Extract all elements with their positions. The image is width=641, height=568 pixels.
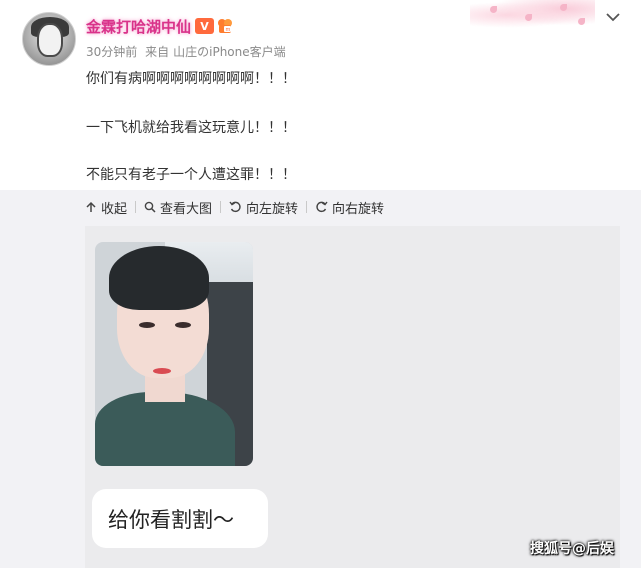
media-toolbar: 收起 查看大图 向左旋转 向右旋转 (85, 195, 384, 219)
post-meta: 30分钟前 来自 山庄のiPhone客户端 (86, 43, 290, 60)
rotate-right-icon (316, 201, 328, 213)
view-large-label: 查看大图 (160, 201, 213, 217)
rotate-left-icon (229, 201, 241, 213)
photo-eye (175, 322, 191, 328)
post-text-line: 一下飞机就给我看这玩意儿！！！ (86, 120, 296, 136)
photo-shirt (95, 392, 235, 466)
avatar[interactable] (22, 12, 76, 66)
chevron-down-icon-svg (606, 12, 620, 21)
post-text-line: 你们有病啊啊啊啊啊啊啊啊！！！ (86, 71, 296, 87)
rotate-right-button[interactable]: 向右旋转 (315, 198, 384, 217)
photo-lips (153, 368, 171, 374)
petal-decoration (578, 18, 585, 25)
collapse-label: 收起 (101, 201, 128, 217)
sakura-decoration (470, 0, 595, 30)
petal-decoration (490, 6, 497, 13)
toolbar-divider (135, 201, 137, 213)
collapse-icon (86, 201, 96, 212)
view-large-button[interactable]: 查看大图 (144, 198, 212, 217)
rotate-left-button[interactable]: 向左旋转 (229, 198, 298, 217)
photo-eye (139, 322, 155, 328)
username-link[interactable]: 金霖打哈湖中仙 (86, 16, 191, 38)
petal-decoration (560, 4, 567, 11)
avatar-face (37, 23, 63, 57)
toolbar-divider (220, 201, 222, 213)
chevron-down-icon[interactable] (602, 8, 624, 26)
watermark-text: 搜狐号@后娱 (530, 541, 614, 557)
post-photo[interactable] (95, 242, 253, 466)
post-card: 金霖打哈湖中仙 V m 30分钟前 来自 山庄のiPhone客户端 你们有病啊啊啊… (0, 0, 641, 190)
vip-icon[interactable]: V (195, 18, 214, 34)
rotate-right-label: 向右旋转 (332, 201, 385, 217)
post-source-prefix: 来自 (145, 45, 170, 59)
photo-hair (109, 246, 209, 310)
caption-bubble: 给你看割割～ (92, 489, 268, 548)
post-text-line: 不能只有老子一个人遭这罪！！！ (86, 167, 296, 183)
svg-text:m: m (226, 27, 231, 33)
rotate-left-label: 向左旋转 (246, 201, 299, 217)
toolbar-divider (306, 201, 308, 213)
post-source-client[interactable]: 山庄のiPhone客户端 (173, 45, 286, 59)
post-time[interactable]: 30分钟前 (86, 45, 137, 59)
search-icon (144, 201, 156, 213)
petal-decoration (525, 14, 532, 21)
member-icon-svg: m (218, 19, 232, 33)
member-icon[interactable]: m (216, 17, 234, 35)
collapse-button[interactable]: 收起 (85, 198, 127, 217)
